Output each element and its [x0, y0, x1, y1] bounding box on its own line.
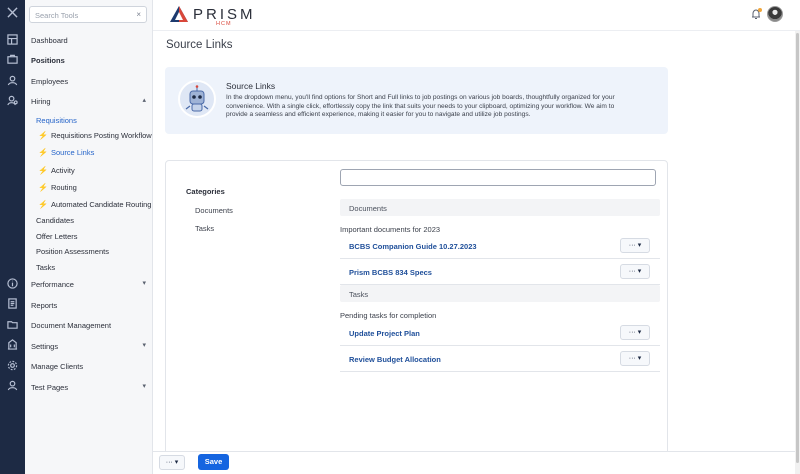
task-link[interactable]: Update Project Plan: [349, 329, 420, 338]
bolt-icon: ⚡: [38, 148, 48, 157]
sidebar-item-performance[interactable]: Performance: [31, 280, 74, 289]
prism-logo[interactable]: PRISM HCM: [169, 5, 256, 27]
info-text: In the dropdown menu, you'll find option…: [226, 94, 615, 119]
sidebar-item-label: Automated Candidate Routing: [50, 200, 152, 209]
sidebar-item-manage-clients[interactable]: Manage Clients: [31, 362, 83, 371]
hiring-icon[interactable]: [6, 94, 19, 107]
building-icon[interactable]: [6, 338, 19, 351]
section-subtitle: Pending tasks for completion: [340, 311, 437, 320]
info-icon[interactable]: [6, 277, 19, 290]
avatar[interactable]: [767, 6, 783, 22]
section-header-documents: Documents: [340, 199, 660, 216]
sidebar-item-activity[interactable]: ⚡ Activity: [38, 166, 75, 175]
person-icon[interactable]: [6, 74, 19, 87]
bolt-icon: ⚡: [38, 183, 48, 192]
bolt-icon: ⚡: [38, 166, 48, 175]
source-links-panel: Categories Documents Tasks Documents Imp…: [165, 160, 668, 460]
sidebar-item-offer-letters[interactable]: Offer Letters: [36, 232, 78, 241]
list-item: Prism BCBS 834 Specs ··· ▾: [340, 259, 660, 285]
bolt-icon: ⚡: [38, 200, 48, 209]
info-banner: Source Links In the dropdown menu, you'l…: [165, 67, 668, 134]
page-scrollbar[interactable]: [795, 31, 800, 474]
more-actions-dropdown[interactable]: ··· ▾: [159, 455, 185, 470]
clear-search-icon[interactable]: ×: [136, 10, 141, 19]
sidebar-item-reports[interactable]: Reports: [31, 301, 57, 310]
notification-bell-icon[interactable]: [750, 8, 762, 20]
filter-input[interactable]: [340, 169, 656, 186]
document-link[interactable]: Prism BCBS 834 Specs: [349, 268, 432, 277]
sidebar-item-document-management[interactable]: Document Management: [31, 321, 111, 330]
logo-text: PRISM: [193, 5, 256, 23]
task-link[interactable]: Review Budget Allocation: [349, 355, 441, 364]
categories-heading: Categories: [186, 187, 225, 196]
chevron-down-icon[interactable]: ▾: [142, 341, 146, 349]
section-title: Tasks: [349, 290, 369, 299]
briefcase-icon[interactable]: [6, 53, 19, 66]
sidebar-item-dashboard[interactable]: Dashboard: [31, 36, 68, 45]
sidebar-item-settings[interactable]: Settings: [31, 342, 58, 351]
list-item: Review Budget Allocation ··· ▾: [340, 346, 660, 372]
robot-illustration-icon: [178, 80, 216, 118]
link-options-dropdown[interactable]: ··· ▾: [620, 351, 650, 366]
folder-icon[interactable]: [6, 318, 19, 331]
sidebar-item-label: Source Links: [50, 148, 95, 157]
close-icon[interactable]: [6, 6, 19, 19]
section-header-tasks: Tasks: [340, 285, 660, 302]
link-options-dropdown[interactable]: ··· ▾: [620, 325, 650, 340]
list-item: Update Project Plan ··· ▾: [340, 320, 660, 346]
sidebar-item-label: Routing: [50, 183, 77, 192]
page-title: Source Links: [166, 39, 233, 51]
scrollbar-thumb[interactable]: [796, 33, 799, 463]
main-content: Source Links Source Links In the dropdow…: [153, 31, 795, 460]
sidebar-item-positions[interactable]: Positions: [31, 56, 65, 65]
sidebar-item-label: Requisitions Posting Workflow: [50, 131, 152, 140]
info-title: Source Links: [226, 81, 276, 91]
logo-subtext: HCM: [216, 21, 232, 27]
sidebar-item-test-pages[interactable]: Test Pages: [31, 383, 68, 392]
sidebar-item-requisitions[interactable]: Requisitions: [36, 116, 77, 125]
chevron-down-icon[interactable]: ▾: [142, 279, 146, 287]
sidebar-item-automated-candidate-routing[interactable]: ⚡ Automated Candidate Routing: [38, 200, 151, 209]
report-icon[interactable]: [6, 297, 19, 310]
chevron-up-icon[interactable]: ▴: [142, 96, 146, 104]
sidebar-item-requisitions-posting-workflow[interactable]: ⚡ Requisitions Posting Workflow: [38, 131, 152, 140]
action-footer: ··· ▾ Save: [153, 451, 795, 474]
user-icon[interactable]: [6, 379, 19, 392]
category-tasks[interactable]: Tasks: [195, 224, 214, 233]
category-documents[interactable]: Documents: [195, 206, 233, 215]
prism-logo-mark: [170, 6, 188, 22]
settings-icon[interactable]: [6, 359, 19, 372]
sidebar-item-candidates[interactable]: Candidates: [36, 216, 74, 225]
sidebar: Search Tools × Dashboard Positions Emplo…: [25, 0, 153, 474]
link-options-dropdown[interactable]: ··· ▾: [620, 238, 650, 253]
sidebar-item-source-links[interactable]: ⚡ Source Links: [38, 148, 94, 157]
icon-rail: [0, 0, 25, 474]
sidebar-item-label: Activity: [50, 166, 75, 175]
search-input[interactable]: Search Tools ×: [29, 6, 147, 23]
sidebar-item-tasks[interactable]: Tasks: [36, 263, 55, 272]
bolt-icon: ⚡: [38, 131, 48, 140]
top-header: PRISM HCM: [153, 0, 800, 31]
list-item: BCBS Companion Guide 10.27.2023 ··· ▾: [340, 233, 660, 259]
chevron-down-icon[interactable]: ▾: [142, 382, 146, 390]
sidebar-item-employees[interactable]: Employees: [31, 77, 68, 86]
search-placeholder: Search Tools: [35, 11, 79, 20]
sidebar-item-position-assessments[interactable]: Position Assessments: [36, 247, 109, 256]
sidebar-item-hiring[interactable]: Hiring: [31, 97, 51, 106]
notification-dot: [758, 8, 762, 12]
dashboard-icon[interactable]: [6, 33, 19, 46]
save-button[interactable]: Save: [198, 454, 229, 470]
sidebar-item-routing[interactable]: ⚡ Routing: [38, 183, 77, 192]
link-options-dropdown[interactable]: ··· ▾: [620, 264, 650, 279]
document-link[interactable]: BCBS Companion Guide 10.27.2023: [349, 242, 477, 251]
section-title: Documents: [349, 204, 387, 213]
